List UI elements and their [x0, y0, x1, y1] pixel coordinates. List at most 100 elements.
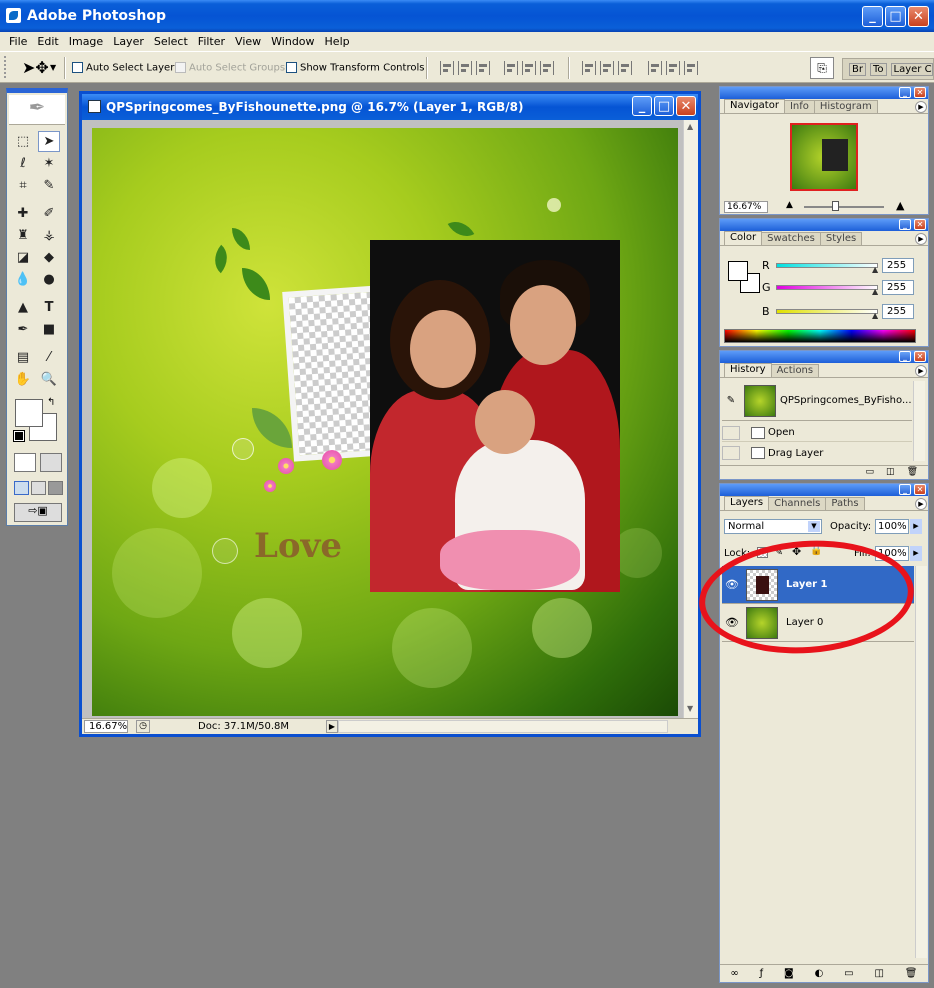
palette-title-bar[interactable]: _ ✕	[720, 484, 928, 496]
zoom-level-field[interactable]: 16.67%	[84, 720, 128, 733]
tab-swatches[interactable]: Swatches	[761, 232, 821, 245]
blue-channel-value[interactable]: 255	[882, 304, 914, 319]
document-minimize-button[interactable]: _	[632, 96, 652, 116]
history-snapshot-row[interactable]: ✎ QPSpringcomes_ByFisho...	[722, 381, 912, 421]
default-colors-icon[interactable]	[13, 430, 25, 442]
history-state-checkbox[interactable]	[722, 425, 740, 440]
palette-title-bar[interactable]: _ ✕	[720, 219, 928, 231]
align-top-icon[interactable]	[440, 61, 454, 75]
history-brush-source-icon[interactable]: ✎	[722, 395, 740, 406]
palette-menu-icon[interactable]: ▶	[915, 101, 927, 113]
notes-tool-icon[interactable]: ▤	[12, 347, 34, 368]
zoom-tool-icon[interactable]: 🔍	[38, 369, 60, 390]
history-state-open[interactable]: Open	[722, 424, 912, 442]
screen-mode-standard-icon[interactable]	[14, 481, 29, 495]
new-group-icon[interactable]: ▭	[844, 968, 853, 979]
menu-view[interactable]: View	[230, 35, 266, 48]
document-title-bar[interactable]: QPSpringcomes_ByFishounette.png @ 16.7% …	[82, 94, 698, 120]
standard-mode-icon[interactable]	[14, 453, 36, 472]
green-slider-handle-icon[interactable]: ▲	[872, 287, 878, 296]
blue-channel-slider[interactable]	[776, 309, 878, 314]
canvas-area[interactable]: Love	[82, 120, 683, 718]
pen-tool-icon[interactable]: ✒	[12, 319, 34, 340]
type-tool-icon[interactable]: T	[38, 297, 60, 318]
distribute-bottom-icon[interactable]	[618, 61, 632, 75]
palette-minimize-button[interactable]: _	[899, 484, 911, 495]
green-channel-value[interactable]: 255	[882, 280, 914, 295]
shape-tool-icon[interactable]: ■	[38, 319, 60, 340]
file-browser-icon[interactable]: ⎘	[810, 57, 834, 79]
navigator-zoom-slider[interactable]	[804, 206, 884, 208]
delete-state-icon[interactable]: 🗑	[907, 466, 918, 479]
tab-layers[interactable]: Layers	[724, 496, 770, 510]
eyedropper-tool-icon[interactable]: ⁄	[38, 347, 60, 368]
adjustment-layer-icon[interactable]: ◐	[815, 968, 824, 979]
palette-well-tab-tool-presets[interactable]: To	[869, 62, 887, 76]
move-tool-icon[interactable]: ➤	[38, 131, 60, 152]
palette-menu-icon[interactable]: ▶	[915, 365, 927, 377]
document-maximize-button[interactable]: □	[654, 96, 674, 116]
fill-field[interactable]: 100%	[875, 546, 909, 561]
blue-slider-handle-icon[interactable]: ▲	[872, 311, 878, 320]
green-channel-slider[interactable]	[776, 285, 878, 290]
layer-name[interactable]: Layer 0	[786, 617, 823, 628]
menu-help[interactable]: Help	[320, 35, 355, 48]
slice-tool-icon[interactable]: ✎	[38, 175, 60, 196]
show-transform-controls-option[interactable]: Show Transform Controls	[286, 62, 424, 74]
marquee-tool-icon[interactable]: ⬚	[12, 131, 34, 152]
color-spectrum-ramp[interactable]	[724, 329, 916, 343]
close-button[interactable]: ✕	[908, 6, 929, 27]
lock-image-pixels-icon[interactable]: ✎	[774, 545, 783, 558]
distribute-right-icon[interactable]	[684, 61, 698, 75]
auto-select-layer-option[interactable]: Auto Select Layer	[72, 62, 174, 74]
menu-edit[interactable]: Edit	[32, 35, 63, 48]
tab-actions[interactable]: Actions	[770, 364, 820, 377]
brush-tool-icon[interactable]: ✐	[38, 203, 60, 224]
tab-paths[interactable]: Paths	[825, 497, 865, 510]
layer-style-icon[interactable]: ƒ	[760, 968, 764, 979]
healing-brush-tool-icon[interactable]: ✚	[12, 203, 34, 224]
dodge-tool-icon[interactable]: ●	[38, 269, 60, 290]
fill-slider-arrow-icon[interactable]: ▶	[910, 546, 922, 561]
palette-well-tab-layer-comps[interactable]: Layer Co	[890, 62, 933, 76]
foreground-color-swatch[interactable]	[15, 399, 43, 427]
tab-info[interactable]: Info	[783, 100, 815, 113]
scroll-up-icon[interactable]: ▲	[687, 122, 693, 131]
visibility-eye-icon[interactable]: 👁	[722, 578, 742, 591]
scroll-down-icon[interactable]: ▼	[687, 704, 693, 713]
new-document-from-state-icon[interactable]: ▭	[866, 466, 875, 479]
status-menu-arrow-icon[interactable]: ▶	[326, 720, 338, 733]
chevron-down-icon[interactable]: ▼	[50, 63, 56, 72]
magic-wand-tool-icon[interactable]: ✶	[38, 153, 60, 174]
menu-select[interactable]: Select	[149, 35, 193, 48]
navigator-thumbnail[interactable]	[790, 123, 858, 191]
lock-all-icon[interactable]: 🔒	[810, 545, 822, 556]
delete-layer-icon[interactable]: 🗑	[905, 968, 918, 979]
new-layer-icon[interactable]: ◫	[874, 968, 883, 979]
palette-close-button[interactable]: ✕	[914, 484, 926, 495]
layer-row-layer-1[interactable]: 👁 Layer 1	[722, 566, 914, 604]
blur-tool-icon[interactable]: 💧	[12, 269, 34, 290]
quick-mask-mode-icon[interactable]	[40, 453, 62, 472]
feather-logo-icon[interactable]: ✒	[9, 95, 65, 125]
document-close-button[interactable]: ✕	[676, 96, 696, 116]
clone-stamp-tool-icon[interactable]: ♜	[12, 225, 34, 246]
palette-close-button[interactable]: ✕	[914, 87, 926, 98]
history-state-drag-layer[interactable]: Drag Layer	[722, 444, 912, 462]
distribute-top-icon[interactable]	[582, 61, 596, 75]
lock-position-icon[interactable]: ✥	[792, 545, 801, 558]
distribute-center-icon[interactable]	[600, 61, 614, 75]
jump-to-imageready-icon[interactable]: ⇨▣	[14, 503, 62, 522]
palette-title-bar[interactable]: _ ✕	[720, 87, 928, 99]
screen-mode-full-icon[interactable]	[48, 481, 63, 495]
vertical-scrollbar[interactable]: ▲ ▼	[683, 120, 698, 718]
status-clock-icon[interactable]: ◷	[136, 720, 150, 733]
blend-mode-select[interactable]: Normal ▼	[724, 519, 822, 534]
menu-file[interactable]: File	[4, 35, 32, 48]
distribute-horizontal-icon[interactable]	[666, 61, 680, 75]
menu-filter[interactable]: Filter	[193, 35, 230, 48]
palette-minimize-button[interactable]: _	[899, 351, 911, 362]
align-left-icon[interactable]	[504, 61, 518, 75]
hand-tool-icon[interactable]: ✋	[12, 369, 34, 390]
color-foreground-swatch[interactable]	[728, 261, 748, 281]
